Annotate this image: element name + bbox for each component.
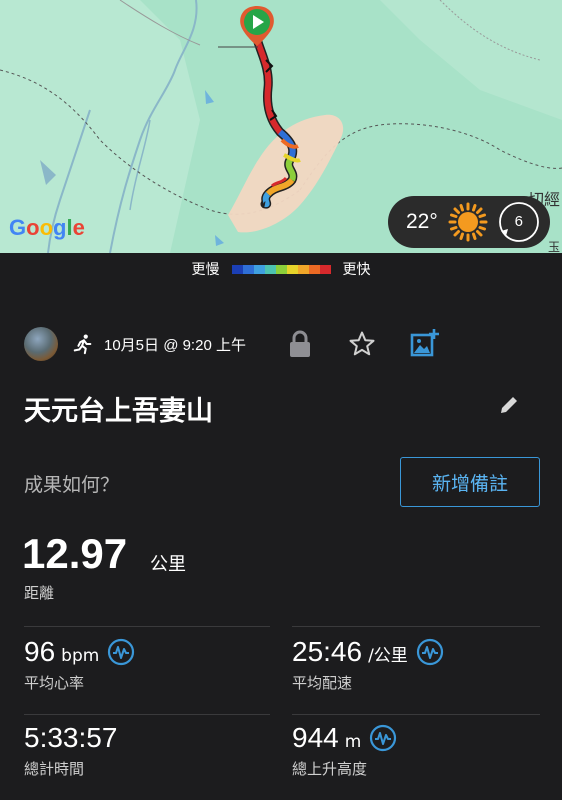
legend-faster-label: 更快 bbox=[342, 262, 371, 278]
distance-value: 12.97 bbox=[22, 530, 128, 577]
legend-color-swatch bbox=[231, 264, 243, 274]
stat-value: 5:33:57 bbox=[24, 722, 118, 753]
stat-avg-heart-rate: 96 bpm 平均心率 bbox=[24, 636, 135, 693]
chart-pulse-icon[interactable] bbox=[416, 638, 444, 666]
wind-direction-icon: 6 bbox=[498, 201, 540, 243]
google-logo-letter: o bbox=[26, 215, 40, 240]
edit-pencil-icon[interactable] bbox=[498, 394, 520, 416]
chart-pulse-icon[interactable] bbox=[369, 724, 397, 752]
pace-color-scale bbox=[231, 264, 331, 274]
stat-avg-pace: 25:46 /公里 平均配速 bbox=[292, 636, 444, 693]
legend-color-swatch bbox=[253, 264, 265, 274]
activity-meta-row: 10月5日 @ 9:20 上午 bbox=[24, 326, 544, 362]
weather-widget[interactable]: 22° 6 bbox=[388, 196, 550, 248]
wind-speed: 6 bbox=[514, 213, 523, 230]
stat-value: 25:46 bbox=[292, 636, 363, 667]
google-logo-letter: o bbox=[39, 215, 54, 240]
stat-total-time: 5:33:57 總計時間 bbox=[24, 722, 117, 779]
stat-unit: m bbox=[344, 732, 362, 752]
divider bbox=[292, 714, 540, 715]
activity-title: 天元台上吾妻山 bbox=[24, 396, 213, 427]
legend-color-swatch bbox=[275, 264, 287, 274]
legend-slower-label: 更慢 bbox=[191, 262, 220, 278]
distance-label: 距離 bbox=[24, 584, 55, 602]
map-place-label-2: 玉 bbox=[547, 240, 560, 253]
legend-color-swatch bbox=[242, 264, 254, 274]
running-icon bbox=[73, 334, 92, 355]
stat-unit: /公里 bbox=[368, 646, 408, 666]
lock-icon[interactable] bbox=[288, 330, 312, 358]
weather-temperature: 22° bbox=[406, 210, 438, 233]
stat-label: 平均心率 bbox=[24, 674, 85, 692]
chart-pulse-icon[interactable] bbox=[107, 638, 135, 666]
divider bbox=[24, 714, 270, 715]
stat-label: 總上升高度 bbox=[292, 760, 368, 778]
add-photo-icon[interactable] bbox=[410, 328, 440, 358]
route-map[interactable]: Google 一切經 玉 22° 6 bbox=[0, 0, 562, 253]
google-logo-letter: g bbox=[53, 215, 67, 240]
divider bbox=[24, 626, 270, 627]
legend-color-swatch bbox=[319, 264, 331, 274]
stat-label: 平均配速 bbox=[292, 674, 353, 692]
pace-legend: 更慢 更快 bbox=[0, 258, 562, 280]
google-logo-letter: e bbox=[72, 215, 85, 240]
stat-unit: bpm bbox=[61, 646, 100, 666]
legend-color-swatch bbox=[308, 264, 320, 274]
activity-date: 10月5日 @ 9:20 上午 bbox=[104, 336, 246, 354]
add-note-button[interactable]: 新增備註 bbox=[400, 457, 540, 507]
legend-color-swatch bbox=[286, 264, 298, 274]
google-logo: Google bbox=[9, 215, 85, 241]
divider bbox=[292, 626, 540, 627]
sun-icon bbox=[448, 202, 488, 242]
google-logo-letter: G bbox=[9, 215, 27, 240]
stat-value: 96 bbox=[24, 636, 56, 667]
legend-color-swatch bbox=[297, 264, 309, 274]
legend-color-swatch bbox=[264, 264, 276, 274]
stat-label: 總計時間 bbox=[24, 760, 85, 778]
star-icon[interactable] bbox=[348, 330, 376, 358]
stat-value: 944 bbox=[292, 722, 339, 753]
stat-total-ascent: 944 m 總上升高度 bbox=[292, 722, 397, 779]
avatar[interactable] bbox=[24, 327, 58, 361]
distance-unit: 公里 bbox=[150, 554, 186, 575]
feedback-prompt: 成果如何？ bbox=[24, 474, 120, 496]
